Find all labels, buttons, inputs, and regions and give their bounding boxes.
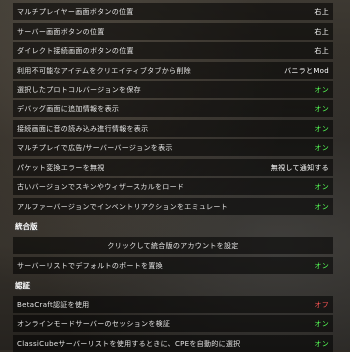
setting-label: サーバー画面ボタンの位置 bbox=[17, 27, 105, 36]
setting-value: オン bbox=[314, 85, 329, 94]
setting-value: オン bbox=[314, 202, 329, 211]
setting-label: 選択したプロトコルバージョンを保存 bbox=[17, 85, 141, 94]
setting-label: マルチプレイで広告/サーバーバージョンを表示 bbox=[17, 143, 173, 152]
setting-value: オン bbox=[314, 319, 329, 328]
section-title-auth: 認証 bbox=[15, 281, 30, 290]
setting-label: ClassiCubeサーバーリストを使用するときに、CPEを自動的に選択 bbox=[17, 339, 241, 348]
setting-value: オフ bbox=[314, 300, 329, 309]
setting-label: 古いバージョンでスキンやウィザースカルをロード bbox=[17, 182, 185, 191]
setting-label: オンラインモードサーバーのセッションを検証 bbox=[17, 319, 171, 328]
setting-value: 右上 bbox=[314, 46, 329, 55]
setting-row-load-skins-old-versions[interactable]: 古いバージョンでスキンやウィザースカルをロード オン bbox=[13, 178, 333, 195]
setting-row-server-button-position[interactable]: サーバー画面ボタンの位置 右上 bbox=[13, 23, 333, 40]
setting-row-replace-default-port[interactable]: サーバーリストでデフォルトのポートを置換 オン bbox=[13, 257, 333, 274]
setting-label: デバッグ画面に追加情報を表示 bbox=[17, 104, 120, 113]
setting-row-show-ad-server-version[interactable]: マルチプレイで広告/サーバーバージョンを表示 オン bbox=[13, 139, 333, 156]
setting-row-ignore-packet-errors[interactable]: パケット変換エラーを無視 無視して通知する bbox=[13, 159, 333, 176]
section-title-integrated: 統合版 bbox=[15, 222, 38, 231]
setting-row-verify-online-sessions[interactable]: オンラインモードサーバーのセッションを検証 オン bbox=[13, 315, 333, 332]
setting-label: 利用不可能なアイテムをクリエイティブタブから削除 bbox=[17, 66, 191, 75]
setting-value: オン bbox=[314, 339, 329, 348]
setting-label: アルファーバージョンでインベントリアクションをエミュレート bbox=[17, 202, 228, 211]
setting-row-betacraft-auth[interactable]: BetaCraft認証を使用 オフ bbox=[13, 296, 333, 313]
setting-label: ダイレクト接続画面のボタンの位置 bbox=[17, 46, 134, 55]
setting-row-remove-unavailable-items[interactable]: 利用不可能なアイテムをクリエイティブタブから削除 バニラとMod bbox=[13, 62, 333, 79]
setting-value: オン bbox=[314, 104, 329, 113]
setting-label: 接続画面に音の読み込み進行情報を表示 bbox=[17, 124, 149, 133]
setting-value: バニラとMod bbox=[284, 66, 329, 75]
setting-row-direct-connect-button-position[interactable]: ダイレクト接続画面のボタンの位置 右上 bbox=[13, 42, 333, 59]
setting-row-debug-extra-info[interactable]: デバッグ画面に追加情報を表示 オン bbox=[13, 100, 333, 117]
setting-value: オン bbox=[314, 143, 329, 152]
setting-row-sound-loading-progress[interactable]: 接続画面に音の読み込み進行情報を表示 オン bbox=[13, 120, 333, 137]
setting-label: マルチプレイヤー画面ボタンの位置 bbox=[17, 7, 134, 16]
setting-label: パケット変換エラーを無視 bbox=[17, 163, 105, 172]
setting-row-classicube-cpe[interactable]: ClassiCubeサーバーリストを使用するときに、CPEを自動的に選択 オン bbox=[13, 335, 333, 352]
bedrock-account-button[interactable]: クリックして統合版のアカウントを設定 bbox=[13, 237, 333, 254]
button-label: クリックして統合版のアカウントを設定 bbox=[107, 241, 239, 250]
setting-label: BetaCraft認証を使用 bbox=[17, 300, 90, 309]
setting-value: オン bbox=[314, 182, 329, 191]
setting-row-emulate-inventory-actions[interactable]: アルファーバージョンでインベントリアクションをエミュレート オン bbox=[13, 198, 333, 215]
setting-row-multiplayer-button-position[interactable]: マルチプレイヤー画面ボタンの位置 右上 bbox=[13, 3, 333, 20]
setting-label: サーバーリストでデフォルトのポートを置換 bbox=[17, 261, 163, 270]
setting-value: オン bbox=[314, 261, 329, 270]
setting-row-save-protocol-version[interactable]: 選択したプロトコルバージョンを保存 オン bbox=[13, 81, 333, 98]
setting-value: 右上 bbox=[314, 27, 329, 36]
setting-value: 無視して通知する bbox=[270, 163, 329, 172]
setting-value: オン bbox=[314, 124, 329, 133]
setting-value: 右上 bbox=[314, 7, 329, 16]
